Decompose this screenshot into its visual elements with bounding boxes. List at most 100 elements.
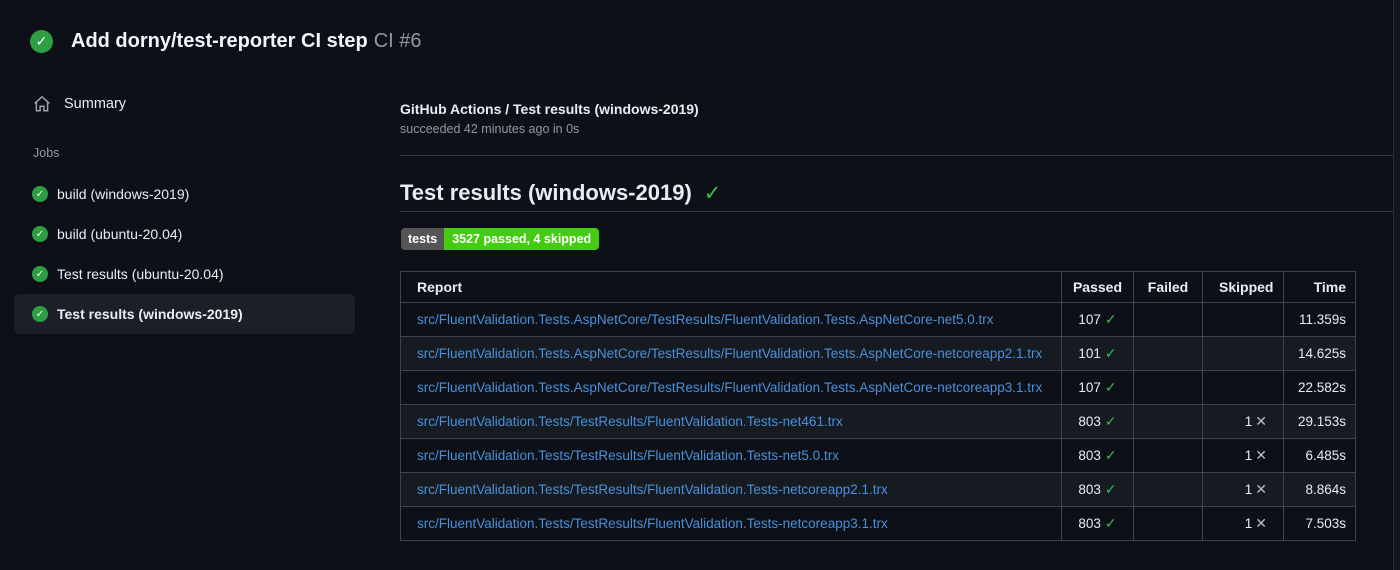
passed-count: 803 bbox=[1078, 516, 1101, 531]
cell-skipped: 1 ✕ bbox=[1202, 506, 1284, 541]
cell-passed: 803 ✓ bbox=[1061, 506, 1134, 541]
cell-time: 6.485s bbox=[1283, 438, 1356, 473]
passed-check-icon: ✓ bbox=[1104, 447, 1117, 463]
passed-check-icon: ✓ bbox=[1104, 345, 1117, 361]
run-success-check-circle-icon: ✓ bbox=[30, 30, 53, 53]
cell-skipped bbox=[1202, 370, 1284, 405]
report-link[interactable]: src/FluentValidation.Tests/TestResults/F… bbox=[417, 516, 888, 531]
cell-report: src/FluentValidation.Tests.AspNetCore/Te… bbox=[400, 302, 1062, 337]
results-table-body: src/FluentValidation.Tests.AspNetCore/Te… bbox=[400, 302, 1356, 541]
check-circle-icon: ✓ bbox=[32, 226, 48, 242]
column-header-skipped: Skipped bbox=[1202, 271, 1284, 303]
cell-report: src/FluentValidation.Tests/TestResults/F… bbox=[400, 438, 1062, 473]
passed-check-icon: ✓ bbox=[1104, 379, 1117, 395]
cell-time: 14.625s bbox=[1283, 336, 1356, 371]
check-circle-icon: ✓ bbox=[32, 306, 48, 322]
cell-report: src/FluentValidation.Tests/TestResults/F… bbox=[400, 472, 1062, 507]
cell-passed: 803 ✓ bbox=[1061, 404, 1134, 439]
cell-report: src/FluentValidation.Tests.AspNetCore/Te… bbox=[400, 336, 1062, 371]
home-icon bbox=[33, 95, 51, 113]
cell-report: src/FluentValidation.Tests/TestResults/F… bbox=[400, 506, 1062, 541]
sidebar-item-build-ubuntu-20-04[interactable]: ✓ build (ubuntu-20.04) bbox=[14, 214, 355, 254]
passed-count: 803 bbox=[1078, 482, 1101, 497]
job-status-line: succeeded 42 minutes ago in 0s bbox=[400, 122, 580, 136]
report-link[interactable]: src/FluentValidation.Tests/TestResults/F… bbox=[417, 448, 839, 463]
passed-count: 803 bbox=[1078, 414, 1101, 429]
sidebar-jobs-heading: Jobs bbox=[33, 146, 60, 160]
cell-time: 29.153s bbox=[1283, 404, 1356, 439]
passed-count: 803 bbox=[1078, 448, 1101, 463]
skipped-count: 1 bbox=[1244, 516, 1253, 531]
table-row: src/FluentValidation.Tests/TestResults/F… bbox=[400, 506, 1356, 541]
cell-report: src/FluentValidation.Tests/TestResults/F… bbox=[400, 404, 1062, 439]
cell-failed bbox=[1133, 336, 1203, 371]
job-label: Test results (windows-2019) bbox=[57, 306, 243, 322]
report-link[interactable]: src/FluentValidation.Tests.AspNetCore/Te… bbox=[417, 346, 1042, 361]
results-table-head: Report Passed Failed Skipped Time bbox=[400, 271, 1356, 303]
passed-check-icon: ✓ bbox=[1104, 515, 1117, 531]
sidebar-item-summary[interactable]: Summary bbox=[33, 95, 126, 113]
report-link[interactable]: src/FluentValidation.Tests/TestResults/F… bbox=[417, 482, 888, 497]
job-label: build (ubuntu-20.04) bbox=[57, 226, 183, 242]
cell-failed bbox=[1133, 472, 1203, 507]
table-row: src/FluentValidation.Tests/TestResults/F… bbox=[400, 438, 1356, 473]
section-title-row: Test results (windows-2019) ✓ bbox=[400, 180, 721, 206]
header-divider bbox=[400, 155, 1393, 156]
run-header: ✓ Add dorny/test-reporter CI step CI #6 bbox=[30, 30, 422, 53]
section-success-check-icon: ✓ bbox=[703, 181, 722, 205]
passed-count: 101 bbox=[1078, 346, 1101, 361]
cell-skipped: 1 ✕ bbox=[1202, 404, 1284, 439]
vertical-scrollbar[interactable] bbox=[1393, 0, 1400, 570]
cell-time: 22.582s bbox=[1283, 370, 1356, 405]
skipped-x-icon: ✕ bbox=[1255, 413, 1267, 429]
tests-badge: tests 3527 passed, 4 skipped bbox=[401, 228, 600, 250]
sidebar-summary-label: Summary bbox=[64, 96, 127, 112]
report-link[interactable]: src/FluentValidation.Tests.AspNetCore/Te… bbox=[417, 380, 1042, 395]
table-row: src/FluentValidation.Tests.AspNetCore/Te… bbox=[400, 336, 1356, 371]
table-row: src/FluentValidation.Tests.AspNetCore/Te… bbox=[400, 370, 1356, 405]
skipped-x-icon: ✕ bbox=[1255, 447, 1267, 463]
cell-passed: 107 ✓ bbox=[1061, 370, 1134, 405]
cell-skipped: 1 ✕ bbox=[1202, 438, 1284, 473]
column-header-time: Time bbox=[1283, 271, 1356, 303]
report-link[interactable]: src/FluentValidation.Tests/TestResults/F… bbox=[417, 414, 843, 429]
skipped-count: 1 bbox=[1244, 414, 1253, 429]
report-link[interactable]: src/FluentValidation.Tests.AspNetCore/Te… bbox=[417, 312, 994, 327]
cell-time: 8.864s bbox=[1283, 472, 1356, 507]
cell-failed bbox=[1133, 302, 1203, 337]
cell-time: 7.503s bbox=[1283, 506, 1356, 541]
column-header-failed: Failed bbox=[1133, 271, 1203, 303]
sidebar-item-test-results-ubuntu-20-04[interactable]: ✓ Test results (ubuntu-20.04) bbox=[14, 254, 355, 294]
cell-report: src/FluentValidation.Tests.AspNetCore/Te… bbox=[400, 370, 1062, 405]
cell-passed: 107 ✓ bbox=[1061, 302, 1134, 337]
cell-failed bbox=[1133, 404, 1203, 439]
sidebar-item-build-windows-2019[interactable]: ✓ build (windows-2019) bbox=[14, 174, 355, 214]
check-circle-icon: ✓ bbox=[32, 186, 48, 202]
job-label: Test results (ubuntu-20.04) bbox=[57, 266, 224, 282]
cell-failed bbox=[1133, 370, 1203, 405]
passed-count: 107 bbox=[1078, 312, 1101, 327]
skipped-x-icon: ✕ bbox=[1255, 515, 1267, 531]
cell-failed bbox=[1133, 438, 1203, 473]
skipped-x-icon: ✕ bbox=[1255, 481, 1267, 497]
run-title: Add dorny/test-reporter CI step bbox=[71, 30, 368, 52]
cell-passed: 803 ✓ bbox=[1061, 438, 1134, 473]
workflow-run-page: ✓ Add dorny/test-reporter CI step CI #6 S… bbox=[0, 0, 1400, 570]
table-row: src/FluentValidation.Tests/TestResults/F… bbox=[400, 472, 1356, 507]
sidebar-jobs-list: ✓ build (windows-2019) ✓ build (ubuntu-20.0… bbox=[14, 174, 355, 334]
cell-failed bbox=[1133, 506, 1203, 541]
column-header-passed: Passed bbox=[1061, 271, 1134, 303]
check-circle-icon: ✓ bbox=[32, 266, 48, 282]
run-number: CI #6 bbox=[373, 30, 422, 52]
skipped-count: 1 bbox=[1244, 448, 1253, 463]
job-label: build (windows-2019) bbox=[57, 186, 190, 202]
passed-check-icon: ✓ bbox=[1104, 311, 1117, 327]
passed-check-icon: ✓ bbox=[1104, 413, 1117, 429]
table-row: src/FluentValidation.Tests.AspNetCore/Te… bbox=[400, 302, 1356, 337]
tests-badge-label: tests bbox=[401, 228, 445, 250]
table-row: src/FluentValidation.Tests/TestResults/F… bbox=[400, 404, 1356, 439]
run-title-group: Add dorny/test-reporter CI step CI #6 bbox=[71, 30, 422, 53]
sidebar-item-test-results-windows-2019[interactable]: ✓ Test results (windows-2019) bbox=[14, 294, 355, 334]
cell-passed: 101 ✓ bbox=[1061, 336, 1134, 371]
section-title: Test results (windows-2019) bbox=[400, 180, 692, 205]
